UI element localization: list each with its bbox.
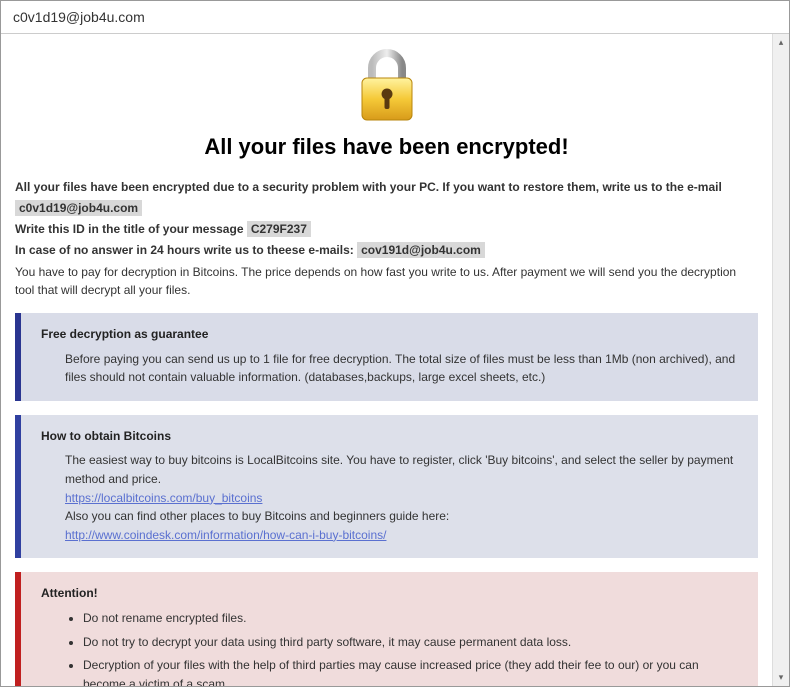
obtain-line2: Also you can find other places to buy Bi… — [65, 507, 742, 526]
list-item: Decryption of your files with the help o… — [83, 656, 742, 686]
attention-title: Attention! — [41, 584, 742, 603]
email-line: c0v1d19@job4u.com — [15, 199, 758, 217]
lock-icon — [352, 48, 422, 123]
obtain-title: How to obtain Bitcoins — [41, 427, 742, 446]
lock-icon-wrap — [15, 48, 758, 126]
obtain-line1: The easiest way to buy bitcoins is Local… — [65, 451, 742, 488]
attention-body: Do not rename encrypted files. Do not tr… — [41, 609, 742, 686]
attention-box: Attention! Do not rename encrypted files… — [15, 572, 758, 686]
intro-block: All your files have been encrypted due t… — [15, 178, 758, 299]
coindesk-link[interactable]: http://www.coindesk.com/information/how-… — [65, 528, 386, 542]
victim-id: C279F237 — [247, 221, 311, 237]
ransom-window: c0v1d19@job4u.com — [0, 0, 790, 687]
obtain-bitcoins-box: How to obtain Bitcoins The easiest way t… — [15, 415, 758, 559]
scroll-down-icon[interactable]: ▾ — [775, 671, 788, 684]
contact-email-2: cov191d@job4u.com — [357, 242, 485, 258]
list-item: Do not try to decrypt your data using th… — [83, 633, 742, 652]
vertical-scrollbar[interactable]: ▴ ▾ — [772, 34, 789, 686]
noanswer-line: In case of no answer in 24 hours write u… — [15, 241, 758, 259]
localbitcoins-link[interactable]: https://localbitcoins.com/buy_bitcoins — [65, 491, 262, 505]
titlebar: c0v1d19@job4u.com — [1, 1, 789, 34]
content-pane: All your files have been encrypted! All … — [1, 34, 772, 686]
free-body: Before paying you can send us up to 1 fi… — [41, 350, 742, 387]
content-wrap: All your files have been encrypted! All … — [1, 34, 789, 686]
free-decryption-box: Free decryption as guarantee Before payi… — [15, 313, 758, 401]
obtain-body: The easiest way to buy bitcoins is Local… — [41, 451, 742, 544]
main-heading: All your files have been encrypted! — [15, 134, 758, 160]
pay-info: You have to pay for decryption in Bitcoi… — [15, 263, 758, 299]
list-item: Do not rename encrypted files. — [83, 609, 742, 628]
intro-line1: All your files have been encrypted due t… — [15, 178, 758, 196]
scroll-up-icon[interactable]: ▴ — [775, 36, 788, 49]
contact-email-1: c0v1d19@job4u.com — [15, 200, 142, 216]
attention-list: Do not rename encrypted files. Do not tr… — [65, 609, 742, 686]
id-line: Write this ID in the title of your messa… — [15, 220, 758, 238]
free-title: Free decryption as guarantee — [41, 325, 742, 344]
window-title: c0v1d19@job4u.com — [13, 9, 145, 25]
